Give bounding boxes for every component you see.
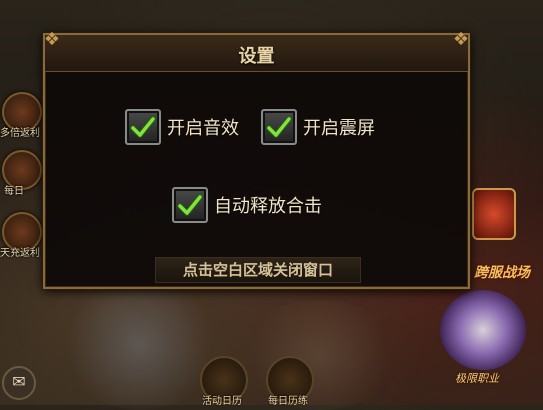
- cross-server-war-label: 跨服战场: [474, 265, 530, 281]
- background-figure-center: [240, 300, 400, 410]
- envelope-icon[interactable]: ✉: [2, 366, 36, 400]
- cross-server-war-icon[interactable]: [472, 188, 516, 240]
- close-hint: 点击空白区域关闭窗口: [155, 257, 361, 283]
- background-figure-left: [60, 280, 220, 410]
- ornament-corner-icon: ❖: [452, 29, 470, 50]
- option-auto-combo[interactable]: 自动释放合击: [172, 187, 322, 223]
- auto-combo-label: 自动释放合击: [214, 196, 322, 217]
- event-label: 极限职业: [455, 372, 499, 385]
- side-label-multi-rebate: 多倍返利: [0, 128, 40, 139]
- check-icon: [130, 116, 156, 138]
- side-label-recharge-rebate: 天充返利: [0, 248, 40, 259]
- option-screen-shake[interactable]: 开启震屏: [261, 109, 375, 145]
- sound-checkbox[interactable]: [125, 109, 161, 145]
- side-label-daily: 每日: [4, 186, 24, 197]
- dialog-header: 设置: [45, 35, 468, 72]
- auto-combo-checkbox[interactable]: [172, 187, 208, 223]
- ornament-corner-icon: ❖: [43, 29, 61, 50]
- check-icon: [266, 116, 292, 138]
- check-icon: [177, 194, 203, 216]
- screen-shake-label: 开启震屏: [303, 118, 375, 139]
- screen-shake-checkbox[interactable]: [261, 109, 297, 145]
- event-emblem-icon[interactable]: [440, 290, 526, 370]
- option-sound[interactable]: 开启音效: [125, 109, 239, 145]
- settings-dialog: 设置 ❖ ❖ 开启音效 开启震屏 自动释放合击 点击空白区域关闭窗口: [43, 29, 470, 289]
- dialog-title: 设置: [238, 46, 275, 67]
- sound-label: 开启音效: [167, 118, 239, 139]
